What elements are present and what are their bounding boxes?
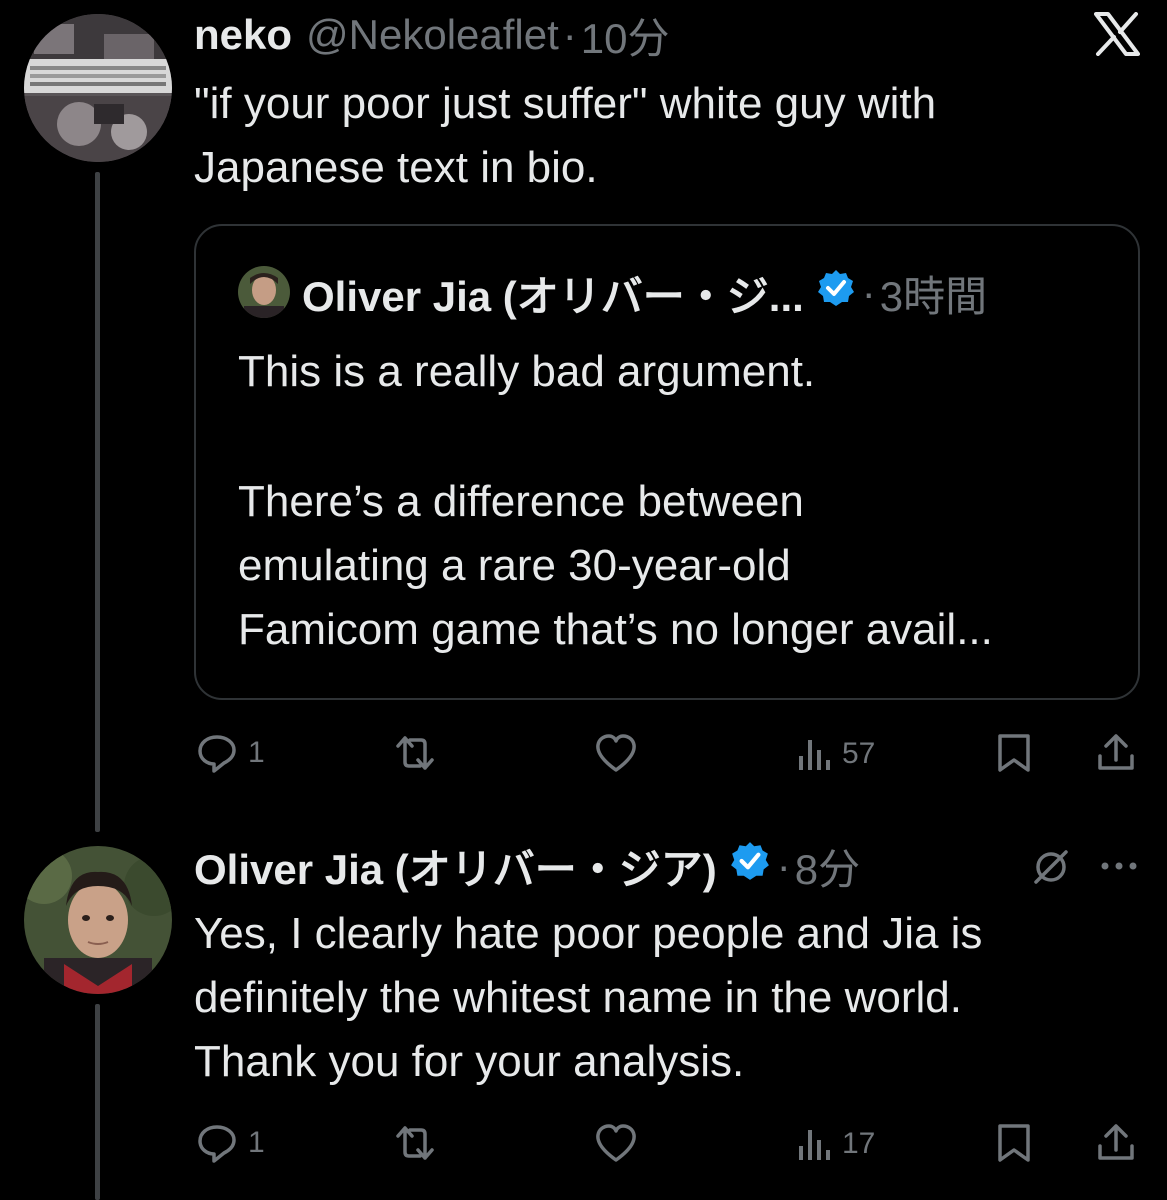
reply-button[interactable]: 1 — [196, 732, 265, 774]
tweet2-text-line: definitely the whitest name in the world… — [194, 973, 962, 1022]
tweet2-text-line: Yes, I clearly hate poor people and Jia … — [194, 909, 983, 958]
retweet-button[interactable] — [392, 732, 438, 774]
quote-author-avatar[interactable] — [238, 266, 290, 318]
views-icon — [799, 740, 830, 770]
tweet1-body: "if your poor just suffer" white guy wit… — [194, 72, 1134, 200]
quote-text-line: Famicom game that’s no longer avail... — [238, 605, 993, 654]
quote-author-name[interactable]: Oliver Jia (オリバー・ジ... — [302, 263, 804, 324]
verified-badge-icon — [816, 268, 856, 318]
quote-text-line: This is a really bad argument. — [238, 347, 816, 396]
reply-icon — [198, 735, 236, 773]
share-button[interactable] — [1096, 732, 1136, 774]
like-button[interactable] — [594, 732, 638, 774]
like-button[interactable] — [594, 1122, 638, 1164]
grok-icon[interactable] — [1030, 846, 1072, 888]
tweet1-text-line: "if your poor just suffer" white guy wit… — [194, 79, 937, 128]
views-button[interactable]: 17 — [796, 1124, 875, 1164]
tweet1-time[interactable]: 10分 — [581, 5, 670, 66]
retweet-icon — [396, 736, 434, 770]
reply-icon — [198, 1125, 236, 1163]
views-count: 17 — [842, 1127, 876, 1160]
bookmark-icon — [998, 1124, 1030, 1162]
tweet2-separator: · — [776, 842, 791, 889]
verified-badge-icon — [729, 840, 771, 892]
tweet1-text-line: Japanese text in bio. — [194, 143, 598, 192]
reply-count: 1 — [248, 736, 265, 769]
tweet1-handle[interactable]: @Nekoleaflet — [306, 11, 559, 59]
tweet1-header: neko @Nekoleaflet · 10分 — [194, 8, 670, 62]
share-button[interactable] — [1096, 1122, 1136, 1164]
quote-time[interactable]: 3時間 — [880, 263, 987, 324]
bookmark-button[interactable] — [994, 1122, 1034, 1164]
tweet2-body: Yes, I clearly hate poor people and Jia … — [194, 902, 1144, 1094]
tweet2-text-line: Thank you for your analysis. — [194, 1037, 745, 1086]
tweet2-header: Oliver Jia (オリバー・ジア) · 8分 — [194, 838, 860, 894]
quote-text-line: There’s a difference between — [238, 477, 804, 526]
more-options-icon[interactable] — [1098, 856, 1140, 876]
share-icon — [1098, 734, 1134, 770]
tweet2-author-name[interactable]: Oliver Jia (オリバー・ジア) — [194, 836, 717, 897]
quote-header: Oliver Jia (オリバー・ジ... · 3時間 — [302, 266, 987, 320]
thread-line-1 — [95, 172, 100, 832]
neko-avatar[interactable] — [24, 14, 172, 162]
views-button[interactable]: 57 — [796, 734, 875, 774]
retweet-button[interactable] — [392, 1122, 438, 1164]
heart-icon — [596, 734, 636, 772]
x-logo-icon[interactable] — [1094, 12, 1140, 56]
tweet2-time[interactable]: 8分 — [795, 836, 860, 897]
tweet1-author-name[interactable]: neko — [194, 11, 292, 59]
oliver-avatar[interactable] — [24, 846, 172, 994]
bookmark-button[interactable] — [994, 732, 1034, 774]
views-icon — [799, 1130, 830, 1160]
thread-line-2 — [95, 1004, 100, 1200]
reply-count: 1 — [248, 1126, 265, 1159]
bookmark-icon — [998, 734, 1030, 772]
tweet1-separator: · — [562, 11, 577, 58]
quote-separator: · — [861, 269, 876, 316]
quote-text-line: emulating a rare 30-year-old — [238, 541, 791, 590]
heart-icon — [596, 1124, 636, 1162]
retweet-icon — [396, 1126, 434, 1160]
share-icon — [1098, 1124, 1134, 1160]
quote-body: This is a really bad argument. There’s a… — [238, 340, 1118, 662]
views-count: 57 — [842, 737, 876, 770]
reply-button[interactable]: 1 — [196, 1122, 265, 1164]
